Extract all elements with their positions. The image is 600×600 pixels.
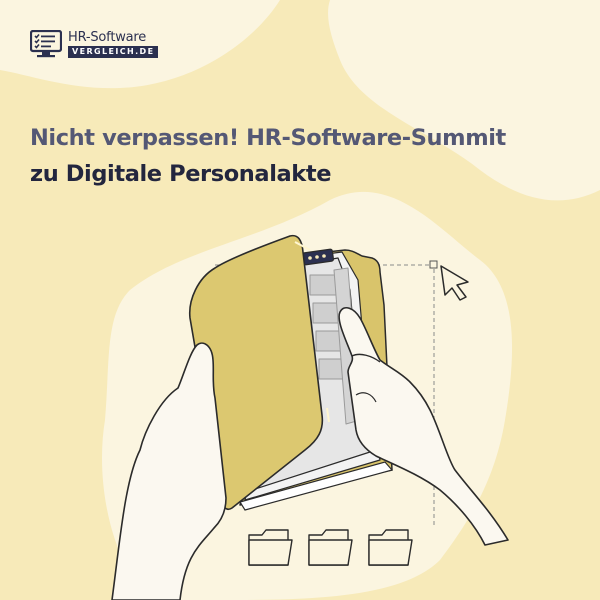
hands-holding-folder-illustration <box>111 234 509 600</box>
right-hand <box>338 306 509 546</box>
small-folder-row <box>248 529 413 566</box>
folder-icon <box>368 529 413 566</box>
folder-icon <box>308 529 353 566</box>
left-hand <box>111 342 227 600</box>
mouse-pointer-icon <box>440 265 469 301</box>
folder-icon <box>248 529 293 566</box>
guide-handle <box>429 260 438 269</box>
